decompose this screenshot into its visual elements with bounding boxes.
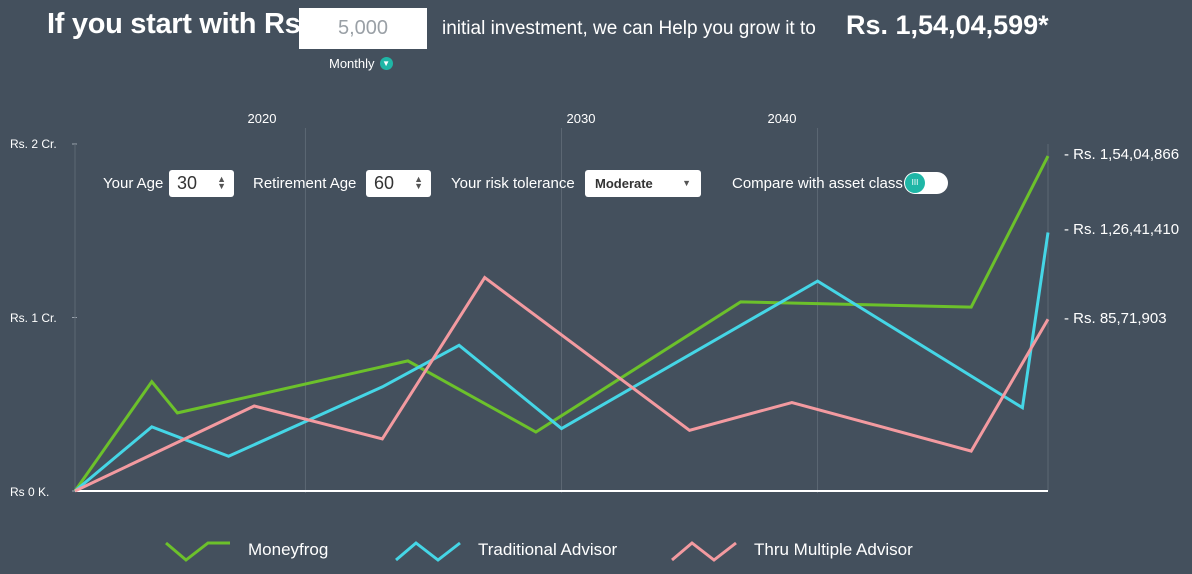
y-tick-label: Rs. 1 Cr. <box>10 311 57 325</box>
legend-item-moneyfrog: Moneyfrog <box>164 536 328 564</box>
y-tick-label: Rs 0 K. <box>10 485 50 499</box>
legend-item-multiple: Thru Multiple Advisor <box>670 536 913 564</box>
year-tick-label: 2030 <box>566 111 596 126</box>
age-value: 30 <box>177 173 198 193</box>
risk-tolerance-label: Your risk tolerance <box>451 175 575 192</box>
legend-swatch-multiple <box>671 541 737 562</box>
retirement-age-label: Retirement Age <box>253 175 357 192</box>
compare-toggle[interactable]: III <box>904 172 948 194</box>
toggle-knob-icon: III <box>905 173 925 193</box>
risk-tolerance-select[interactable]: Moderate ▼ <box>585 170 701 197</box>
legend-item-traditional: Traditional Advisor <box>394 536 617 564</box>
year-tick-label: 2020 <box>247 111 277 126</box>
age-stepper[interactable]: 30 ▲ ▼ <box>169 170 234 197</box>
risk-tolerance-value: Moderate <box>595 176 653 191</box>
compare-label: Compare with asset class <box>732 175 903 192</box>
multiple-final-value: - Rs. 85,71,903 <box>1064 310 1167 327</box>
y-tick-label: Rs. 2 Cr. <box>10 137 57 151</box>
legend-label: Thru Multiple Advisor <box>754 540 913 559</box>
traditional-final-value: - Rs. 1,26,41,410 <box>1064 221 1180 238</box>
retirement-age-stepper[interactable]: 60 ▲ ▼ <box>366 170 431 197</box>
up-down-icon: ▲ ▼ <box>217 174 226 191</box>
year-tick-label: 2040 <box>767 111 797 126</box>
legend-swatch-traditional <box>395 541 461 562</box>
legend-label: Moneyfrog <box>248 540 329 559</box>
legend-swatch-moneyfrog <box>165 541 230 562</box>
retirement-age-value: 60 <box>374 173 395 193</box>
moneyfrog-final-value: - Rs. 1,54,04,866 <box>1064 146 1180 163</box>
legend-label: Traditional Advisor <box>478 540 618 559</box>
age-label: Your Age <box>103 175 164 192</box>
up-down-icon: ▲ ▼ <box>414 174 423 191</box>
growth-chart <box>72 128 1050 493</box>
caret-down-icon: ▼ <box>682 178 691 188</box>
